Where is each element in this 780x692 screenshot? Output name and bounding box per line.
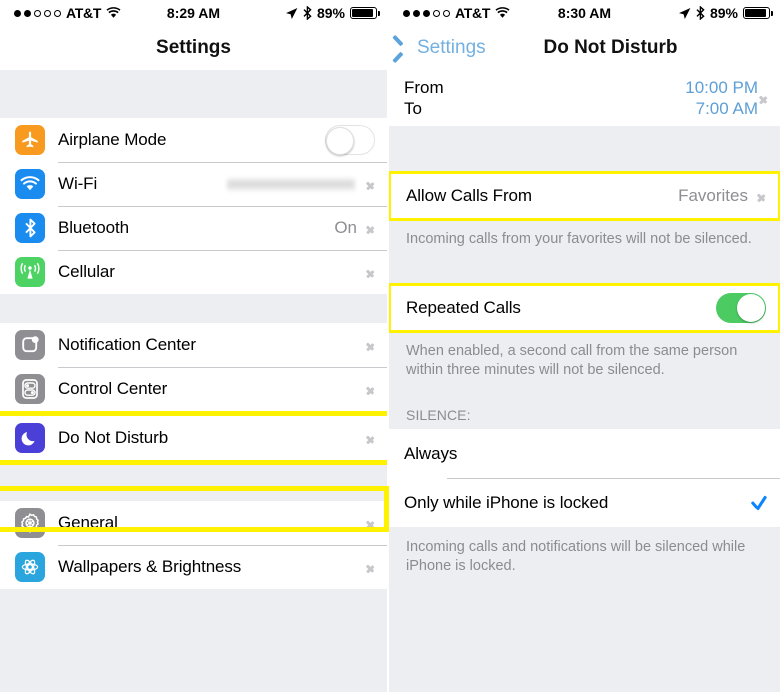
schedule-to-line: To 7:00 AM xyxy=(404,99,758,119)
repeated-calls-footnote: When enabled, a second call from the sam… xyxy=(389,333,780,390)
settings-row-general[interactable]: General xyxy=(0,501,387,545)
chevron-right-icon xyxy=(367,266,375,279)
left-group-connectivity: Airplane Mode Wi-Fi Bluetooth On Cellula… xyxy=(0,118,387,294)
battery-icon xyxy=(350,7,380,19)
repeated-calls-row[interactable]: Repeated Calls xyxy=(391,286,778,330)
chevron-right-icon xyxy=(367,432,375,445)
wifi-network-value-redacted xyxy=(227,177,355,191)
left-group-general: General Wallpapers & Brightness xyxy=(0,501,387,589)
silence-option-label: Always xyxy=(404,443,458,463)
right-phone-panel: AT&T 8:30 AM 89% Settings Do Not Disturb… xyxy=(389,0,780,692)
settings-row-label: Airplane Mode xyxy=(58,130,167,149)
settings-row-label: Notification Center xyxy=(58,335,196,354)
silence-section-header: SILENCE: xyxy=(389,390,780,429)
battery-icon xyxy=(743,7,773,19)
settings-row-wallpapers-brightness[interactable]: Wallpapers & Brightness xyxy=(0,545,387,589)
schedule-to-value: 7:00 AM xyxy=(695,98,758,118)
settings-row-label: Control Center xyxy=(58,379,168,398)
schedule-lines: From 10:00 PM To 7:00 AM xyxy=(404,70,758,126)
left-nav-bar: Settings xyxy=(0,26,387,70)
left-status-bar: AT&T 8:29 AM 89% xyxy=(0,0,387,26)
notification-center-icon xyxy=(15,330,45,360)
chevron-right-icon xyxy=(367,517,375,530)
right-gap-2 xyxy=(389,259,780,283)
right-gap-1 xyxy=(389,126,780,171)
schedule-from-line: From 10:00 PM xyxy=(404,78,758,98)
dual-phone-screenshot: AT&T 8:29 AM 89% Settings Airplane Mode … xyxy=(0,0,780,692)
left-group-notifications: Notification Center Control Center Do No… xyxy=(0,323,387,465)
settings-row-cellular[interactable]: Cellular xyxy=(0,250,387,294)
settings-row-bluetooth[interactable]: Bluetooth On xyxy=(0,206,387,250)
settings-row-label: Cellular xyxy=(58,262,115,281)
airplane-mode-toggle[interactable] xyxy=(325,125,375,155)
right-status-bar: AT&T 8:30 AM 89% xyxy=(389,0,780,26)
chevron-left-icon xyxy=(401,39,412,58)
settings-row-label: General xyxy=(58,513,118,532)
silence-option-only-while-locked[interactable]: Only while iPhone is locked xyxy=(389,478,780,527)
chevron-right-icon xyxy=(760,92,768,105)
back-button-label: Settings xyxy=(417,37,486,58)
page-title: Do Not Disturb xyxy=(543,37,678,58)
silence-options-group: Always Only while iPhone is locked xyxy=(389,429,780,527)
back-button[interactable]: Settings xyxy=(401,37,486,59)
settings-row-airplane-mode[interactable]: Airplane Mode xyxy=(0,118,387,162)
left-phone-panel: AT&T 8:29 AM 89% Settings Airplane Mode … xyxy=(0,0,389,692)
bluetooth-state-value: On xyxy=(334,218,357,237)
chevron-right-icon xyxy=(758,190,766,203)
right-status-indicators: 89% xyxy=(678,5,773,21)
allow-calls-footnote: Incoming calls from your favorites will … xyxy=(389,221,780,259)
settings-row-label: Wi-Fi xyxy=(58,174,98,193)
left-gap-1 xyxy=(0,294,387,323)
schedule-from-label: From xyxy=(404,77,444,97)
bluetooth-icon xyxy=(696,6,705,20)
battery-percent-label: 89% xyxy=(316,5,345,21)
schedule-to-label: To xyxy=(404,98,422,118)
moon-icon xyxy=(15,423,45,453)
settings-row-label: Bluetooth xyxy=(58,218,129,237)
allow-calls-highlight: Allow Calls From Favorites xyxy=(389,171,780,221)
settings-row-notification-center[interactable]: Notification Center xyxy=(0,323,387,367)
airplane-icon xyxy=(15,125,45,155)
bluetooth-icon xyxy=(15,213,45,243)
checkmark-icon xyxy=(750,495,766,511)
chevron-right-icon xyxy=(367,561,375,574)
left-gap-top xyxy=(0,70,387,118)
wallpaper-icon xyxy=(15,552,45,582)
silence-option-label: Only while iPhone is locked xyxy=(404,492,609,512)
repeated-calls-highlight: Repeated Calls xyxy=(389,283,780,333)
location-arrow-icon xyxy=(285,7,298,19)
location-arrow-icon xyxy=(678,7,691,19)
settings-row-label: Wallpapers & Brightness xyxy=(58,557,242,576)
repeated-calls-toggle[interactable] xyxy=(716,293,766,323)
settings-row-control-center[interactable]: Control Center xyxy=(0,367,387,411)
chevron-right-icon xyxy=(367,383,375,396)
schedule-row[interactable]: From 10:00 PM To 7:00 AM xyxy=(389,70,780,126)
chevron-right-icon xyxy=(367,339,375,352)
do-not-disturb-highlight: Do Not Disturb xyxy=(0,411,387,465)
allow-calls-from-label: Allow Calls From xyxy=(406,186,532,205)
schedule-group: From 10:00 PM To 7:00 AM xyxy=(389,70,780,126)
bluetooth-icon xyxy=(303,6,312,20)
allow-calls-from-value: Favorites xyxy=(678,186,748,205)
page-title: Settings xyxy=(156,37,231,58)
left-status-indicators: 89% xyxy=(285,5,380,21)
battery-percent-label: 89% xyxy=(709,5,738,21)
settings-row-label: Do Not Disturb xyxy=(58,428,169,447)
left-gap-2 xyxy=(0,465,387,501)
settings-row-do-not-disturb[interactable]: Do Not Disturb xyxy=(0,416,387,460)
allow-calls-from-row[interactable]: Allow Calls From Favorites xyxy=(391,174,778,218)
right-nav-bar: Settings Do Not Disturb xyxy=(389,26,780,70)
schedule-from-value: 10:00 PM xyxy=(685,77,758,97)
chevron-right-icon xyxy=(367,222,375,235)
wifi-icon xyxy=(15,169,45,199)
silence-footnote: Incoming calls and notifications will be… xyxy=(389,527,780,586)
control-center-icon xyxy=(15,374,45,404)
repeated-calls-label: Repeated Calls xyxy=(406,298,521,317)
gear-icon xyxy=(15,508,45,538)
cellular-icon xyxy=(15,257,45,287)
chevron-right-icon xyxy=(367,178,375,191)
silence-option-always[interactable]: Always xyxy=(389,429,780,478)
settings-row-wifi[interactable]: Wi-Fi xyxy=(0,162,387,206)
